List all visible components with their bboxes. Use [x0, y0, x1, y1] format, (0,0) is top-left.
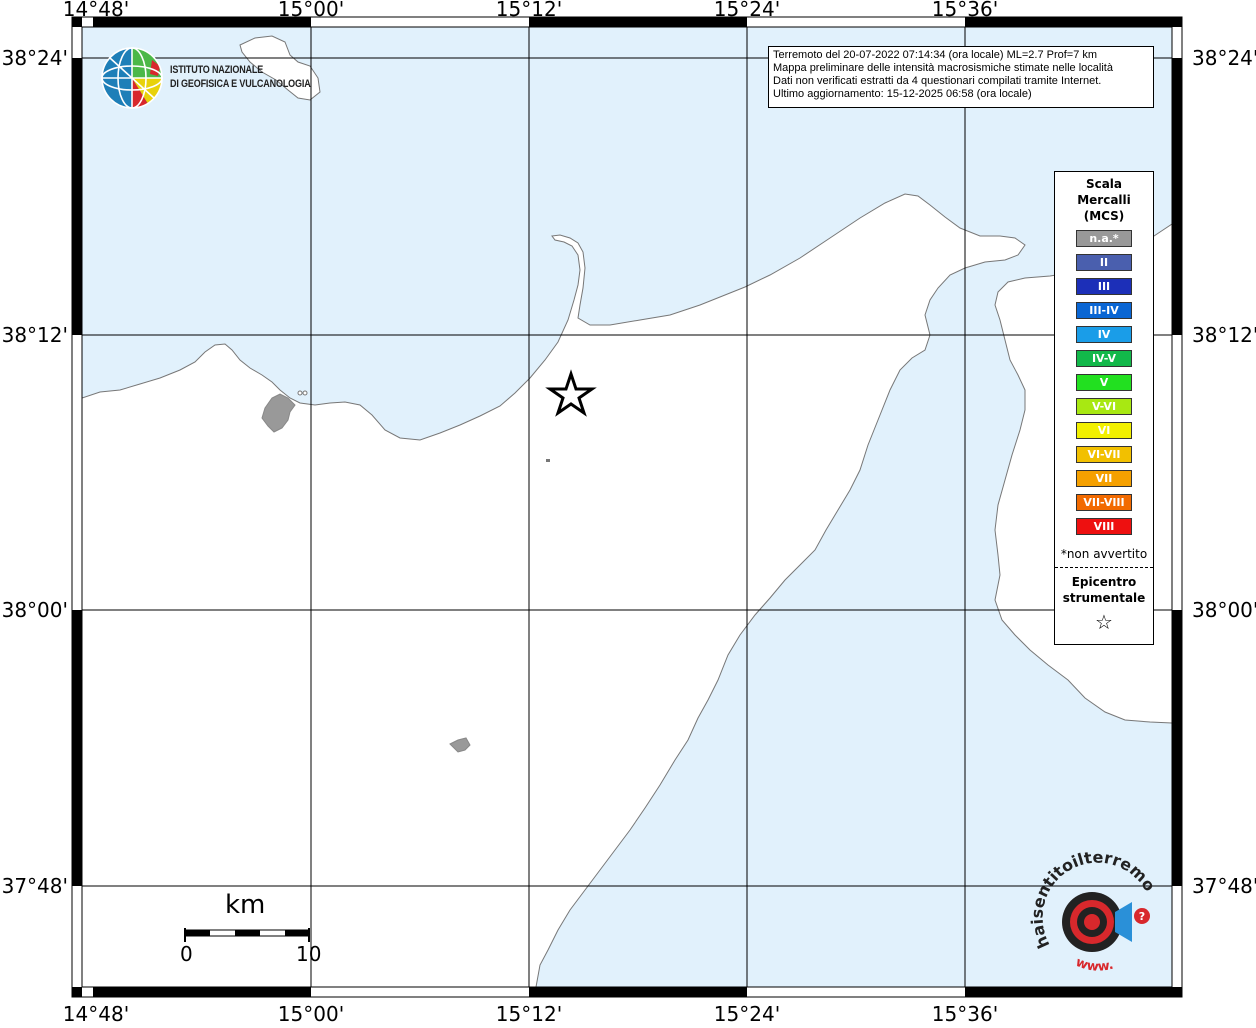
- hsit-target-icon: ? haisentitoilterremoto.it www.: [1025, 835, 1160, 975]
- lon-label-top-3: 15°12': [496, 0, 562, 21]
- scale-max-label: 10: [296, 942, 322, 966]
- scale-min-label: 0: [180, 942, 193, 966]
- legend-note: *non avvertito: [1060, 547, 1148, 561]
- legend-swatch: VII: [1076, 470, 1132, 487]
- lon-label-bottom-5: 15°36': [932, 1002, 998, 1024]
- scale-bar: km 0 10: [180, 890, 322, 970]
- ingv-name-line1: ISTITUTO NAZIONALE: [170, 64, 264, 76]
- legend-star-icon: ☆: [1095, 610, 1113, 634]
- legend-divider: [1055, 567, 1153, 568]
- legend-title-line3: (MCS): [1083, 209, 1125, 223]
- lon-label-bottom-3: 15°12': [496, 1002, 562, 1024]
- legend-epicenter-line2: strumentale: [1062, 591, 1146, 605]
- lat-label-right-2: 38°12': [1192, 323, 1256, 347]
- lon-label-bottom-4: 15°24': [714, 1002, 780, 1024]
- event-info-line3: Dati non verificati estratti da 4 questi…: [773, 75, 1102, 87]
- svg-text:www.: www.: [1073, 955, 1115, 975]
- ingv-name-line2: DI GEOFISICA E VULCANOLOGIA: [170, 78, 311, 90]
- lat-label-right-3: 38°00': [1192, 598, 1256, 622]
- lon-label-top-2: 15°00': [278, 0, 344, 21]
- legend-epicenter-line1: Epicentro: [1071, 575, 1137, 589]
- ingv-logo: ISTITUTO NAZIONALE DI GEOFISICA E VULCAN…: [100, 46, 330, 110]
- legend-swatch: VIII: [1076, 518, 1132, 535]
- ingv-globe-icon: [101, 47, 163, 109]
- legend-swatch: IV-V: [1076, 350, 1132, 367]
- legend-swatch: IV: [1076, 326, 1132, 343]
- mcs-legend: Scala Mercalli (MCS) n.a.* II III III-IV IV I…: [1054, 171, 1154, 645]
- legend-swatch: V: [1076, 374, 1132, 391]
- legend-swatch: VI: [1076, 422, 1132, 439]
- legend-swatch: V-VI: [1076, 398, 1132, 415]
- legend-swatch: n.a.*: [1076, 230, 1132, 247]
- lat-label-right-1: 38°24': [1192, 46, 1256, 70]
- event-info-line4: Ultimo aggiornamento: 15-12-2025 06:58 (…: [773, 88, 1032, 100]
- legend-swatch: VI-VII: [1076, 446, 1132, 463]
- lon-label-bottom-1: 14°48': [63, 1002, 129, 1024]
- lat-label-left-3: 38°00': [2, 598, 68, 622]
- lat-label-left-1: 38°24': [2, 46, 68, 70]
- legend-swatch: VII-VIII: [1076, 494, 1132, 511]
- lat-label-right-4: 37°48': [1192, 874, 1256, 898]
- legend-swatch: II: [1076, 254, 1132, 271]
- event-info-line1: Terremoto del 20-07-2022 07:14:34 (ora l…: [773, 49, 1098, 61]
- lon-label-bottom-2: 15°00': [278, 1002, 344, 1024]
- event-info-line2: Mappa preliminare delle intensità macros…: [773, 62, 1113, 74]
- event-info-box: Terremoto del 20-07-2022 07:14:34 (ora l…: [768, 46, 1154, 108]
- scale-unit: km: [225, 890, 266, 920]
- lon-label-top-4: 15°24': [714, 0, 780, 21]
- legend-title-line2: Mercalli: [1077, 193, 1131, 207]
- hsit-logo[interactable]: ? haisentitoilterremoto.it www.: [1025, 835, 1170, 980]
- legend-items: n.a.* II III III-IV IV IV-V V V-VI VI VI-VII VII VI…: [1055, 230, 1153, 535]
- legend-swatch: III-IV: [1076, 302, 1132, 319]
- lon-label-top-5: 15°36': [932, 0, 998, 21]
- svg-text:?: ?: [1139, 910, 1145, 923]
- lon-label-top-1: 14°48': [63, 0, 129, 21]
- lat-label-left-2: 38°12': [2, 323, 68, 347]
- legend-title-line1: Scala: [1085, 177, 1123, 191]
- lat-label-left-4: 37°48': [2, 874, 68, 898]
- hsit-text-bottom: www.: [1073, 955, 1115, 975]
- legend-swatch: III: [1076, 278, 1132, 295]
